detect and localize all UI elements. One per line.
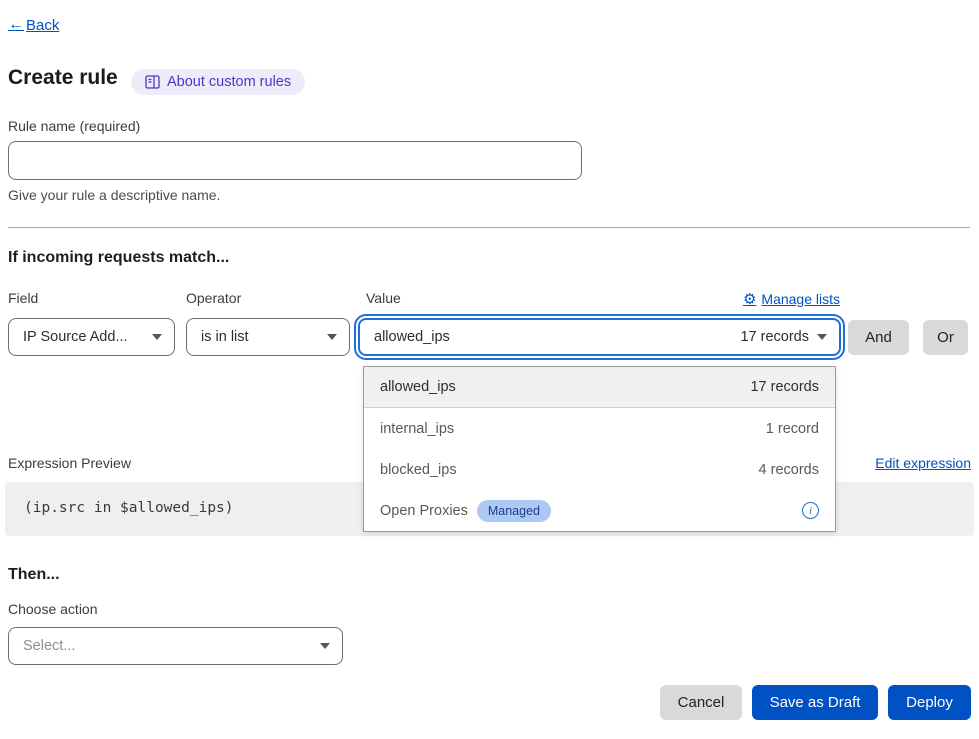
- rule-name-label: Rule name (required): [8, 118, 140, 134]
- manage-lists-link[interactable]: ⚙ Manage lists: [743, 290, 840, 308]
- chevron-down-icon: [152, 334, 162, 340]
- save-as-draft-button[interactable]: Save as Draft: [752, 685, 878, 720]
- gear-icon: ⚙: [743, 290, 756, 308]
- rule-name-input[interactable]: [8, 141, 582, 180]
- expression-preview-label: Expression Preview: [8, 455, 131, 471]
- page-title: Create rule: [8, 66, 118, 90]
- about-badge-label: About custom rules: [167, 74, 291, 90]
- then-section-heading: Then...: [8, 566, 60, 584]
- edit-expression-link[interactable]: Edit expression: [875, 455, 971, 471]
- list-item-record-count: 4 records: [759, 462, 819, 478]
- back-link[interactable]: ←Back: [8, 16, 59, 34]
- list-item-record-count: 17 records: [750, 379, 819, 395]
- value-dropdown-panel: allowed_ips 17 records internal_ips 1 re…: [363, 366, 836, 532]
- list-item-blocked-ips[interactable]: blocked_ips 4 records: [364, 449, 835, 490]
- field-select-value: IP Source Add...: [23, 329, 128, 345]
- list-item-record-count: 1 record: [766, 421, 819, 437]
- list-item-open-proxies[interactable]: Open Proxies Managed i: [364, 490, 835, 531]
- back-label: Back: [26, 17, 59, 34]
- list-item-name: Open Proxies: [380, 503, 468, 519]
- field-select[interactable]: IP Source Add...: [8, 318, 175, 356]
- section-divider: [8, 227, 970, 228]
- chevron-down-icon: [817, 334, 827, 340]
- deploy-button[interactable]: Deploy: [888, 685, 971, 720]
- book-icon: [145, 75, 160, 89]
- match-section-heading: If incoming requests match...: [8, 249, 229, 267]
- field-label: Field: [8, 290, 38, 306]
- value-select[interactable]: allowed_ips 17 records: [358, 318, 841, 356]
- cancel-button[interactable]: Cancel: [660, 685, 742, 720]
- and-button[interactable]: And: [848, 320, 909, 355]
- managed-badge: Managed: [477, 500, 551, 522]
- info-icon[interactable]: i: [802, 502, 819, 519]
- manage-lists-label: Manage lists: [761, 291, 840, 307]
- chevron-down-icon: [320, 643, 330, 649]
- list-item-name: blocked_ips: [380, 462, 457, 478]
- operator-label: Operator: [186, 290, 241, 306]
- value-select-record-count: 17 records: [740, 329, 809, 345]
- operator-select[interactable]: is in list: [186, 318, 350, 356]
- value-label: Value: [366, 290, 401, 306]
- chevron-down-icon: [327, 334, 337, 340]
- list-item-internal-ips[interactable]: internal_ips 1 record: [364, 408, 835, 449]
- rule-name-helper: Give your rule a descriptive name.: [8, 187, 220, 203]
- or-button[interactable]: Or: [923, 320, 968, 355]
- back-arrow-icon: ←: [8, 16, 24, 34]
- value-select-selected: allowed_ips: [374, 329, 450, 345]
- operator-select-value: is in list: [201, 329, 249, 345]
- about-custom-rules-link[interactable]: About custom rules: [131, 69, 305, 95]
- action-select-placeholder: Select...: [23, 638, 75, 654]
- expression-code: (ip.src in $allowed_ips): [24, 500, 234, 516]
- action-select[interactable]: Select...: [8, 627, 343, 665]
- list-item-allowed-ips[interactable]: allowed_ips 17 records: [364, 367, 835, 408]
- list-item-name: allowed_ips: [380, 379, 456, 395]
- choose-action-label: Choose action: [8, 601, 98, 617]
- list-item-name: internal_ips: [380, 421, 454, 437]
